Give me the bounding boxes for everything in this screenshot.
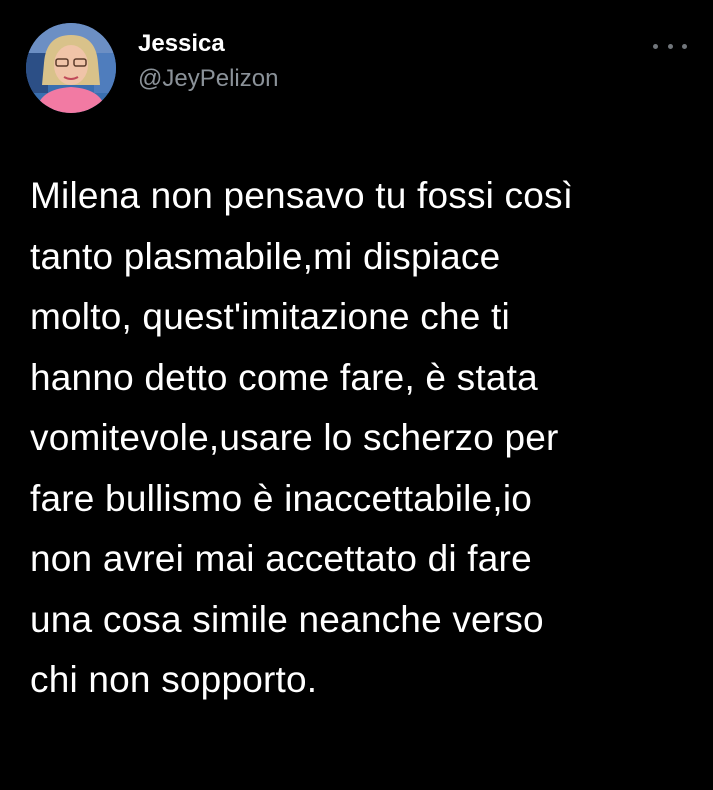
author-names: Jessica @JeyPelizon xyxy=(138,29,278,95)
display-name[interactable]: Jessica xyxy=(138,29,278,59)
user-handle[interactable]: @JeyPelizon xyxy=(138,63,278,95)
more-dot xyxy=(682,43,687,49)
avatar-image xyxy=(26,23,116,113)
more-horizontal-icon[interactable] xyxy=(653,36,687,56)
more-dot xyxy=(667,43,673,49)
tweet-text: Milena non pensavo tu fossi così tanto p… xyxy=(30,175,574,700)
tweet-card: Jessica @JeyPelizon Milena non pensavo t… xyxy=(0,0,713,790)
more-dot xyxy=(653,43,658,49)
tweet-header: Jessica @JeyPelizon xyxy=(26,22,278,114)
avatar[interactable] xyxy=(26,23,116,113)
